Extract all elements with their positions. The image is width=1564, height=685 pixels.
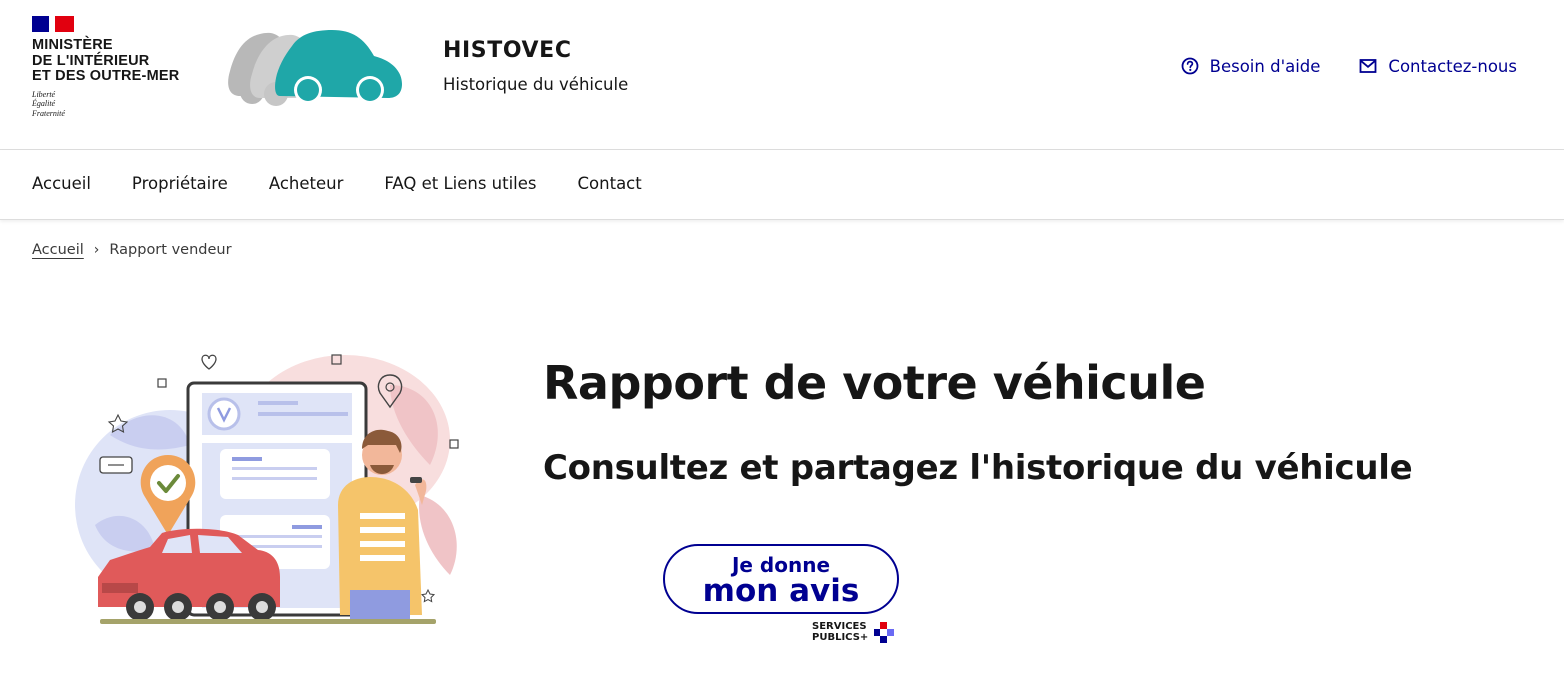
motto-line: Fraternité xyxy=(32,108,65,118)
service-tagline: Historique du véhicule xyxy=(443,75,629,94)
badge-line: PUBLICS+ xyxy=(812,632,869,643)
nav-item-proprietaire[interactable]: Propriétaire xyxy=(132,150,228,219)
je-donne-mon-avis-button[interactable]: Je donne mon avis xyxy=(663,544,899,614)
site-header: Ministère de l'intérieur et des outre-me… xyxy=(0,0,1564,150)
service-identity: HISTOVEC Historique du véhicule xyxy=(443,38,628,94)
services-publics-plus-icon xyxy=(874,622,895,643)
services-publics-text: SERVICES PUBLICS+ xyxy=(812,621,868,643)
help-link[interactable]: Besoin d'aide xyxy=(1180,56,1321,76)
nav-item-faq[interactable]: FAQ et Liens utiles xyxy=(384,150,536,219)
page-subtitle: Consultez et partagez l'historique du vé… xyxy=(543,448,1413,488)
main-navigation: Accueil Propriétaire Acheteur FAQ et Lie… xyxy=(0,150,1564,220)
ministry-name: Ministère de l'intérieur et des outre-me… xyxy=(32,37,180,85)
chevron-right-icon: › xyxy=(93,242,100,258)
nav-item-contact[interactable]: Contact xyxy=(578,150,642,219)
contact-link-label: Contactez-nous xyxy=(1388,56,1517,76)
question-circle-icon xyxy=(1181,57,1199,75)
service-title[interactable]: HISTOVEC xyxy=(443,38,628,63)
republic-motto: Liberté Égalité Fraternité xyxy=(32,90,179,119)
ministry-line: de l'intérieur xyxy=(32,52,150,69)
header-tools: Besoin d'aide Contactez-nous xyxy=(1180,56,1517,76)
histovec-car-logo-icon[interactable] xyxy=(220,26,410,110)
contact-link[interactable]: Contactez-nous xyxy=(1358,56,1517,76)
badge-line: SERVICES xyxy=(812,621,867,632)
motto-line: Égalité xyxy=(32,99,56,108)
seller-report-illustration xyxy=(75,354,459,624)
avis-line2: mon avis xyxy=(702,573,860,609)
breadcrumb-current: Rapport vendeur xyxy=(109,242,232,258)
nav-item-acheteur[interactable]: Acheteur xyxy=(269,150,344,219)
ministry-line: Ministère xyxy=(32,37,113,53)
breadcrumb-home-link[interactable]: Accueil xyxy=(32,242,84,258)
government-logo[interactable]: Ministère de l'intérieur et des outre-me… xyxy=(32,16,179,118)
motto-line: Liberté xyxy=(32,89,56,99)
ministry-line: et des outre-mer xyxy=(32,68,180,84)
services-publics-plus-badge[interactable]: SERVICES PUBLICS+ xyxy=(812,620,896,644)
breadcrumb: Accueil › Rapport vendeur xyxy=(32,242,232,258)
page-title: Rapport de votre véhicule xyxy=(543,356,1206,410)
mail-icon xyxy=(1360,59,1377,73)
help-link-label: Besoin d'aide xyxy=(1209,56,1321,76)
nav-item-accueil[interactable]: Accueil xyxy=(32,150,91,219)
marianne-flag-icon xyxy=(32,16,74,32)
